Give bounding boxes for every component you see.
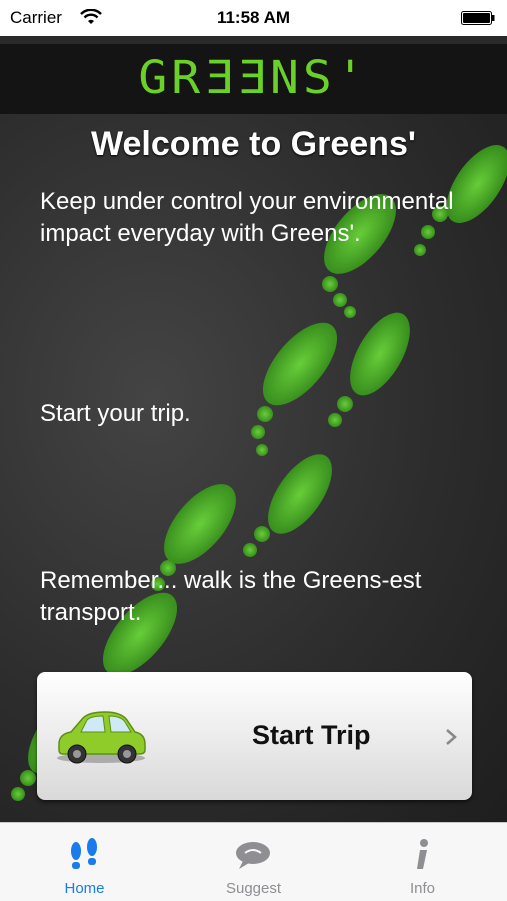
tab-bar: Home Suggest Info bbox=[0, 822, 507, 901]
start-hint-text: Start your trip. bbox=[40, 400, 191, 427]
tab-info-label: Info bbox=[409, 880, 436, 897]
greens-logo: GRƎƎNS' bbox=[138, 51, 369, 105]
remember-text: Remember... walk is the Greens-est trans… bbox=[40, 567, 422, 626]
tab-suggest-label: Suggest bbox=[225, 880, 282, 897]
app-header: GRƎƎNS' bbox=[0, 44, 507, 114]
intro-text: Keep under control your environmental im… bbox=[40, 188, 454, 247]
status-bar: Carrier 11:58 AM bbox=[0, 0, 507, 36]
welcome-title: Welcome to Greens' bbox=[91, 125, 416, 163]
tab-home[interactable]: Home bbox=[0, 823, 169, 901]
tab-suggest[interactable]: Suggest bbox=[169, 823, 338, 901]
status-time: 11:58 AM bbox=[216, 8, 291, 27]
info-icon bbox=[417, 839, 428, 869]
chevron-right-icon bbox=[446, 729, 457, 745]
start-trip-label: Start Trip bbox=[252, 720, 371, 750]
main-content: Welcome to Greens' Keep under control yo… bbox=[0, 114, 507, 822]
footprints-icon bbox=[71, 838, 97, 869]
tab-home-label: Home bbox=[64, 880, 105, 897]
tab-info[interactable]: Info bbox=[338, 823, 507, 901]
speech-bubble-icon bbox=[236, 842, 270, 869]
start-trip-button[interactable]: Start Trip bbox=[37, 672, 472, 800]
car-icon bbox=[57, 711, 146, 764]
battery-icon bbox=[461, 11, 495, 25]
